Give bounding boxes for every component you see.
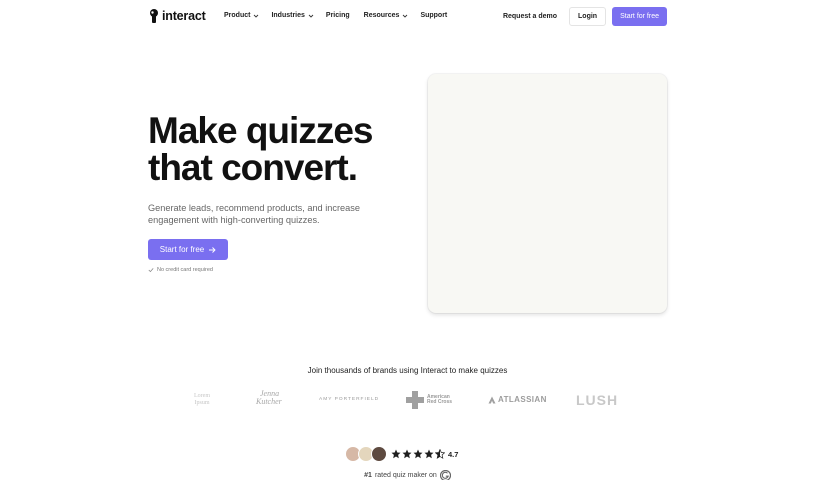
atlassian-logo: ATLASSIAN	[488, 395, 547, 404]
g2-icon[interactable]	[439, 470, 451, 480]
nav-product-label: Product	[224, 12, 251, 19]
rated-prefix: #1	[364, 472, 372, 479]
start-for-free-nav-button[interactable]: Start for free	[612, 7, 667, 26]
rated-quiz-maker-line: #1 rated quiz maker on	[0, 470, 815, 480]
atlassian-mark-icon	[488, 396, 496, 403]
star-half-icon	[435, 449, 445, 459]
brand-logo-1-line-2: Ipsum	[194, 400, 210, 406]
check-icon	[148, 268, 154, 273]
red-cross-icon	[406, 391, 424, 409]
interact-logo-icon	[150, 9, 158, 23]
brand-logos: Lorem Ipsum Jenna Kutcher AMY PORTERFIEL…	[0, 390, 815, 410]
nav-support-label: Support	[420, 12, 448, 19]
chevron-down-icon	[254, 14, 259, 18]
amy-porterfield-logo: AMY PORTERFIELD	[319, 397, 380, 402]
nav-links: Product Industries Pricing Resources Sup…	[224, 12, 447, 19]
start-for-free-hero-button[interactable]: Start for free	[148, 239, 228, 260]
red-cross-line-2: Red Cross	[427, 399, 453, 405]
nav-pricing-label: Pricing	[325, 12, 350, 19]
cta-label: Start for free	[159, 245, 205, 254]
hero-title: Make quizzes that convert.	[148, 110, 373, 188]
lush-logo: LUSH	[576, 392, 619, 408]
hero-media-card	[428, 74, 667, 313]
brand-logo-1: Lorem Ipsum	[194, 393, 210, 407]
nav-actions: Request a demo Login Start for free	[503, 7, 667, 26]
red-cross-text: American Red Cross	[427, 394, 453, 406]
brands-heading: Join thousands of brands using Interact …	[307, 366, 508, 375]
hero-title-line-2: that convert.	[148, 147, 358, 188]
nav-pricing[interactable]: Pricing	[326, 12, 350, 19]
rating-value: 4.7	[448, 449, 459, 459]
nav-resources-label: Resources	[363, 12, 400, 19]
star-icon	[402, 449, 412, 459]
request-demo-link[interactable]: Request a demo	[503, 13, 557, 20]
hero-subtitle: Generate leads, recommend products, and …	[148, 203, 360, 225]
no-credit-card-note: No credit card required	[148, 267, 213, 273]
top-nav: interact Product Industries Pricing Reso…	[0, 0, 815, 34]
american-red-cross-logo: American Red Cross	[406, 391, 452, 409]
nav-support[interactable]: Support	[420, 12, 447, 19]
atlassian-text: ATLASSIAN	[498, 395, 547, 404]
no-credit-card-text: No credit card required	[157, 267, 213, 273]
jenna-kutcher-logo: Jenna Kutcher	[256, 390, 282, 406]
brand-logo-1-line-1: Lorem	[194, 393, 210, 399]
nav-industries-label: Industries	[271, 12, 305, 19]
jenna-kutcher-line-2: Kutcher	[256, 397, 282, 406]
star-icon	[391, 449, 401, 459]
star-icon	[413, 449, 423, 459]
login-button[interactable]: Login	[569, 7, 607, 26]
nav-industries[interactable]: Industries	[271, 12, 314, 19]
arrow-right-icon	[209, 246, 216, 253]
star-icon	[424, 449, 434, 459]
logo-text: interact	[162, 9, 206, 23]
customer-avatars	[345, 446, 387, 462]
rating-row: 4.7	[345, 446, 458, 462]
avatar	[371, 446, 387, 462]
nav-product[interactable]: Product	[224, 12, 259, 19]
rated-text: rated quiz maker on	[374, 472, 437, 479]
star-rating	[391, 449, 445, 459]
chevron-down-icon	[308, 14, 314, 18]
chevron-down-icon	[403, 14, 408, 18]
hero-title-line-1: Make quizzes	[148, 110, 373, 151]
nav-resources[interactable]: Resources	[364, 12, 409, 19]
logo[interactable]: interact	[148, 9, 206, 23]
